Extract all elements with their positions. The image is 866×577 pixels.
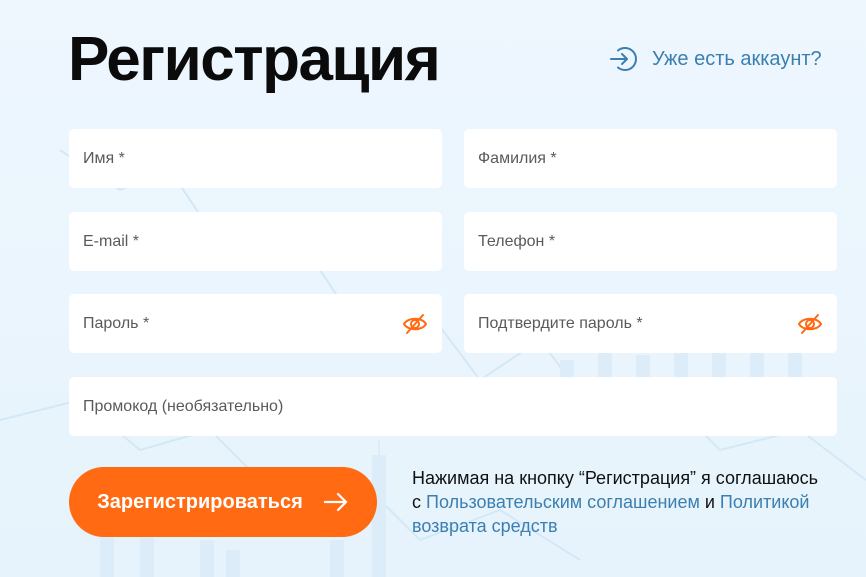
last-name-input[interactable] (464, 129, 837, 188)
eye-off-icon[interactable] (797, 311, 823, 337)
register-button-label: Зарегистрироваться (97, 490, 303, 513)
agreement-conjunction: и (699, 492, 720, 512)
phone-input[interactable] (464, 212, 837, 271)
register-button[interactable]: Зарегистрироваться (69, 467, 377, 537)
promo-code-input[interactable] (69, 377, 837, 436)
registration-page: Регистрация Уже есть аккаунт? Имя * Фами… (0, 0, 866, 577)
login-link[interactable]: Уже есть аккаунт? (608, 44, 822, 74)
agreement-text: Нажимая на кнопку “Регистрация” я соглаш… (412, 466, 832, 538)
arrow-right-icon (323, 492, 347, 512)
phone-field-box (464, 212, 837, 271)
confirm-password-field-box (464, 294, 837, 353)
email-input[interactable] (69, 212, 442, 271)
login-link-label: Уже есть аккаунт? (652, 47, 822, 70)
page-title: Регистрация (68, 25, 441, 94)
first-name-field-box (69, 129, 442, 188)
promo-field-box (69, 377, 837, 436)
arrow-into-bracket-icon (610, 47, 637, 71)
terms-link[interactable]: Пользовательским соглашением (426, 492, 700, 512)
first-name-input[interactable] (69, 129, 442, 188)
confirm-password-input[interactable] (464, 294, 837, 353)
email-field-box (69, 212, 442, 271)
password-input[interactable] (69, 294, 442, 353)
last-name-field-box (464, 129, 837, 188)
eye-off-icon[interactable] (402, 311, 428, 337)
password-field-box (69, 294, 442, 353)
